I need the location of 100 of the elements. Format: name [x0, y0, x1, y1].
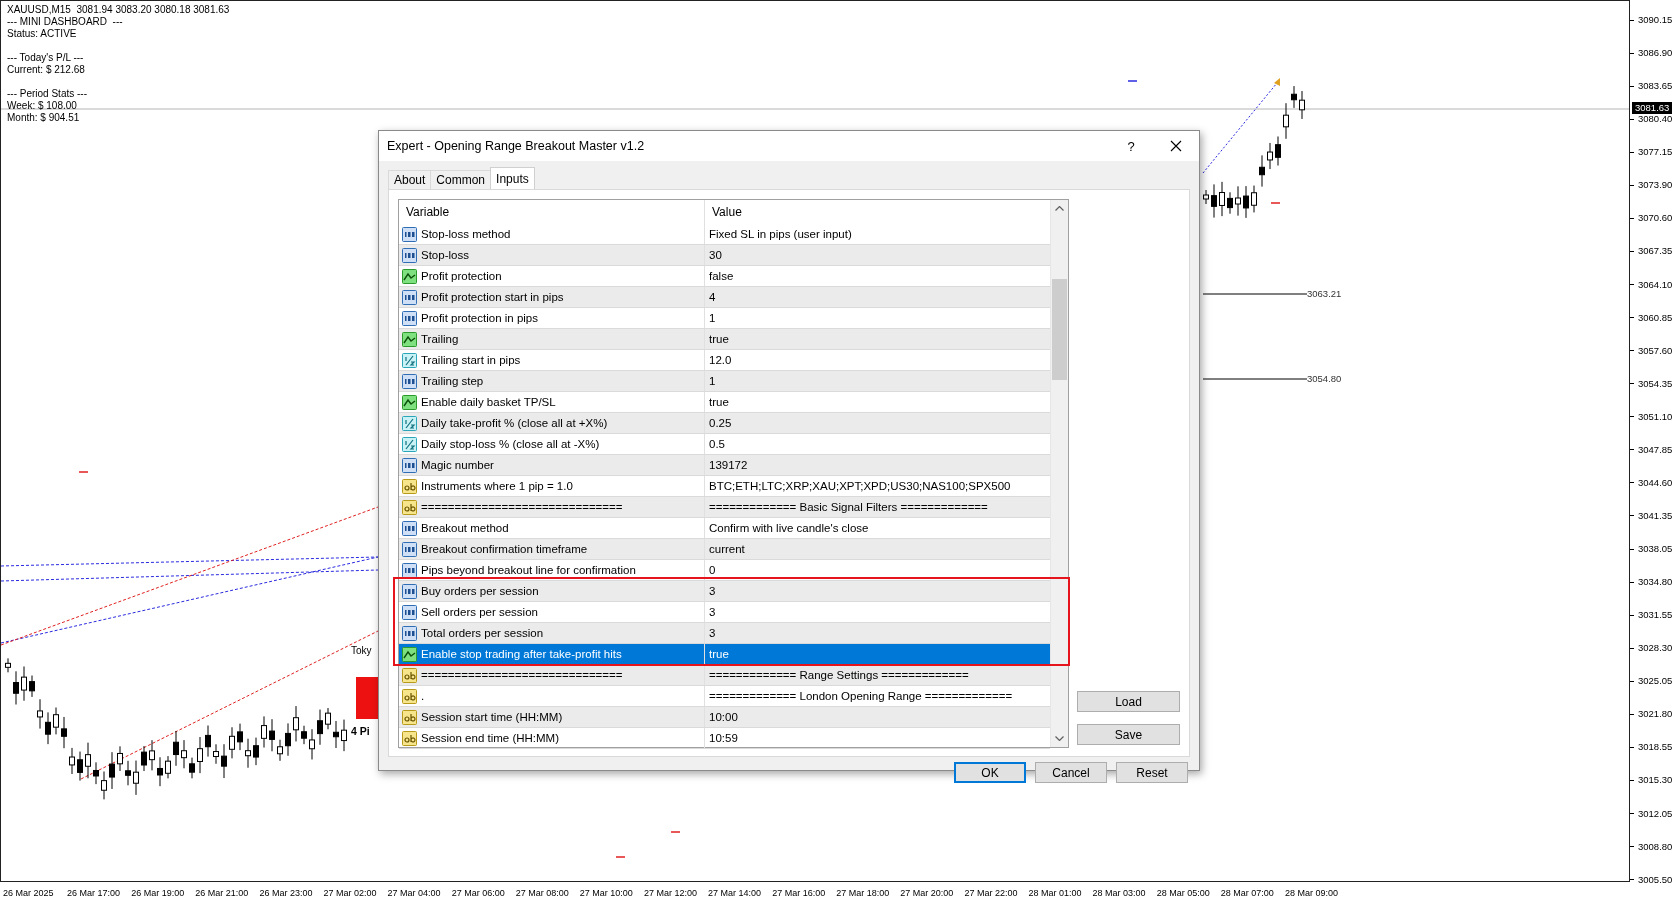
help-button[interactable]: ? [1109, 131, 1153, 161]
text-type-icon [402, 478, 417, 494]
time-label: 27 Mar 20:00 [900, 887, 955, 898]
variable-value: 10:59 [708, 731, 739, 746]
variable-name: Session start time (HH:MM) [421, 711, 563, 723]
level-label: 3054.80 [1307, 373, 1342, 384]
candle [1283, 102, 1289, 140]
candle [269, 718, 275, 752]
candle [29, 675, 35, 698]
info-line: Status: ACTIVE [7, 28, 78, 40]
number-type-icon [402, 226, 417, 242]
line-graph-icon [402, 646, 417, 662]
candle [277, 739, 283, 762]
close-icon[interactable] [1170, 140, 1182, 152]
candle [165, 755, 171, 779]
candle [1219, 181, 1225, 217]
candle [157, 756, 163, 787]
candle [1259, 154, 1265, 188]
table-row[interactable]: ============================== ============= Basic Signal Filters ============= [399, 497, 1050, 518]
variable-name: Sell orders per session [421, 606, 538, 618]
table-row[interactable]: Buy orders per session 3 [399, 581, 1050, 602]
dialog-title: Expert - Opening Range Breakout Master v1.2 [387, 139, 646, 153]
variable-value: 3 [708, 584, 717, 599]
variable-value: ============= London Opening Range ============= [708, 689, 1014, 704]
table-row[interactable]: Trailing true [399, 329, 1050, 350]
line-graph-icon [402, 394, 417, 410]
candle [37, 698, 43, 730]
candle [21, 665, 27, 702]
time-label: 26 Mar 21:00 [195, 887, 250, 898]
side-button[interactable]: Save [1077, 724, 1180, 745]
number-type-icon [402, 310, 417, 326]
text-type-icon [402, 667, 417, 683]
variable-value: ============= Basic Signal Filters ============= [708, 500, 989, 515]
variable-name: . [421, 690, 425, 702]
current-price-tag: 3081.63 [1632, 102, 1673, 114]
table-row[interactable]: Magic number 139172 [399, 455, 1050, 476]
candle [213, 743, 219, 765]
table-row[interactable]: Total orders per session 3 [399, 623, 1050, 644]
candle [69, 747, 75, 775]
text-type-icon [402, 499, 417, 515]
candle [229, 726, 235, 759]
variable-value: 12.0 [708, 353, 733, 368]
table-row[interactable]: Session start time (HH:MM) 10:00 [399, 707, 1050, 728]
variable-name: Buy orders per session [421, 585, 539, 597]
session-label: Toky [351, 645, 372, 656]
info-line: Week: $ 108.00 [7, 100, 78, 112]
table-row[interactable]: Daily take-profit % (close all at +X%) 0.25 [399, 413, 1050, 434]
number-type-icon [402, 604, 417, 620]
variable-name: Trailing start in pips [421, 354, 521, 366]
variable-value: 139172 [708, 458, 749, 473]
table-row[interactable]: Breakout confirmation timeframe current [399, 539, 1050, 560]
column-header: Variable [399, 200, 705, 224]
dialog-button[interactable]: Reset [1116, 762, 1188, 783]
time-label: 27 Mar 04:00 [387, 887, 442, 898]
candle [5, 657, 11, 673]
candle [133, 760, 139, 796]
candle [245, 738, 251, 769]
candle [1291, 85, 1297, 109]
number-type-icon [402, 457, 417, 473]
dialog-button[interactable]: Cancel [1035, 762, 1107, 783]
number-type-icon [402, 520, 417, 536]
variable-name: Trailing step [421, 375, 484, 387]
time-label: 26 Mar 23:00 [259, 887, 314, 898]
variable-value: false [708, 269, 735, 284]
variable-name: Instruments where 1 pip = 1.0 [421, 480, 573, 492]
candle [77, 751, 83, 782]
variable-value: BTC;ETH;LTC;XRP;XAU;XPT;XPD;US30;NAS100;SPX500 [708, 479, 1012, 494]
line-graph-icon [402, 331, 417, 347]
table-row[interactable]: ============================== ============= Range Settings ============= [399, 665, 1050, 686]
scroll-thumb[interactable] [1052, 279, 1067, 380]
time-label: 27 Mar 12:00 [643, 887, 698, 898]
dialog-button[interactable]: OK [954, 762, 1026, 783]
candle [1275, 135, 1281, 167]
table-row[interactable]: Session end time (HH:MM) 10:59 [399, 728, 1050, 749]
scrollbar[interactable] [1050, 200, 1068, 747]
time-label: 27 Mar 06:00 [451, 887, 506, 898]
table-row[interactable]: Trailing step 1 [399, 371, 1050, 392]
level-label: 3063.21 [1307, 288, 1342, 299]
table-row[interactable]: Profit protection start in pips 4 [399, 287, 1050, 308]
candle [1251, 185, 1257, 213]
side-button[interactable]: Load [1077, 691, 1180, 712]
candle [309, 728, 315, 760]
candle [197, 736, 203, 774]
tab[interactable]: About [388, 170, 432, 189]
fraction-icon [402, 352, 417, 368]
session-label: 4 Pi [351, 725, 370, 737]
table-row[interactable]: Stop-loss 30 [399, 245, 1050, 266]
candle [237, 723, 243, 751]
table-row[interactable]: Enable stop trading after take-profit hits true [399, 644, 1050, 665]
info-line: Month: $ 904.51 [7, 112, 81, 124]
info-line: --- MINI DASHBOARD --- [7, 16, 124, 28]
candle [189, 757, 195, 779]
candle [1227, 191, 1233, 215]
variable-name: Profit protection in pips [421, 312, 538, 324]
variable-value: 30 [708, 248, 723, 263]
column-header: Value [711, 204, 743, 221]
candle [125, 760, 131, 786]
time-label: 28 Mar 05:00 [1156, 887, 1211, 898]
tab[interactable]: Inputs [490, 167, 535, 189]
time-label: 26 Mar 19:00 [131, 887, 186, 898]
